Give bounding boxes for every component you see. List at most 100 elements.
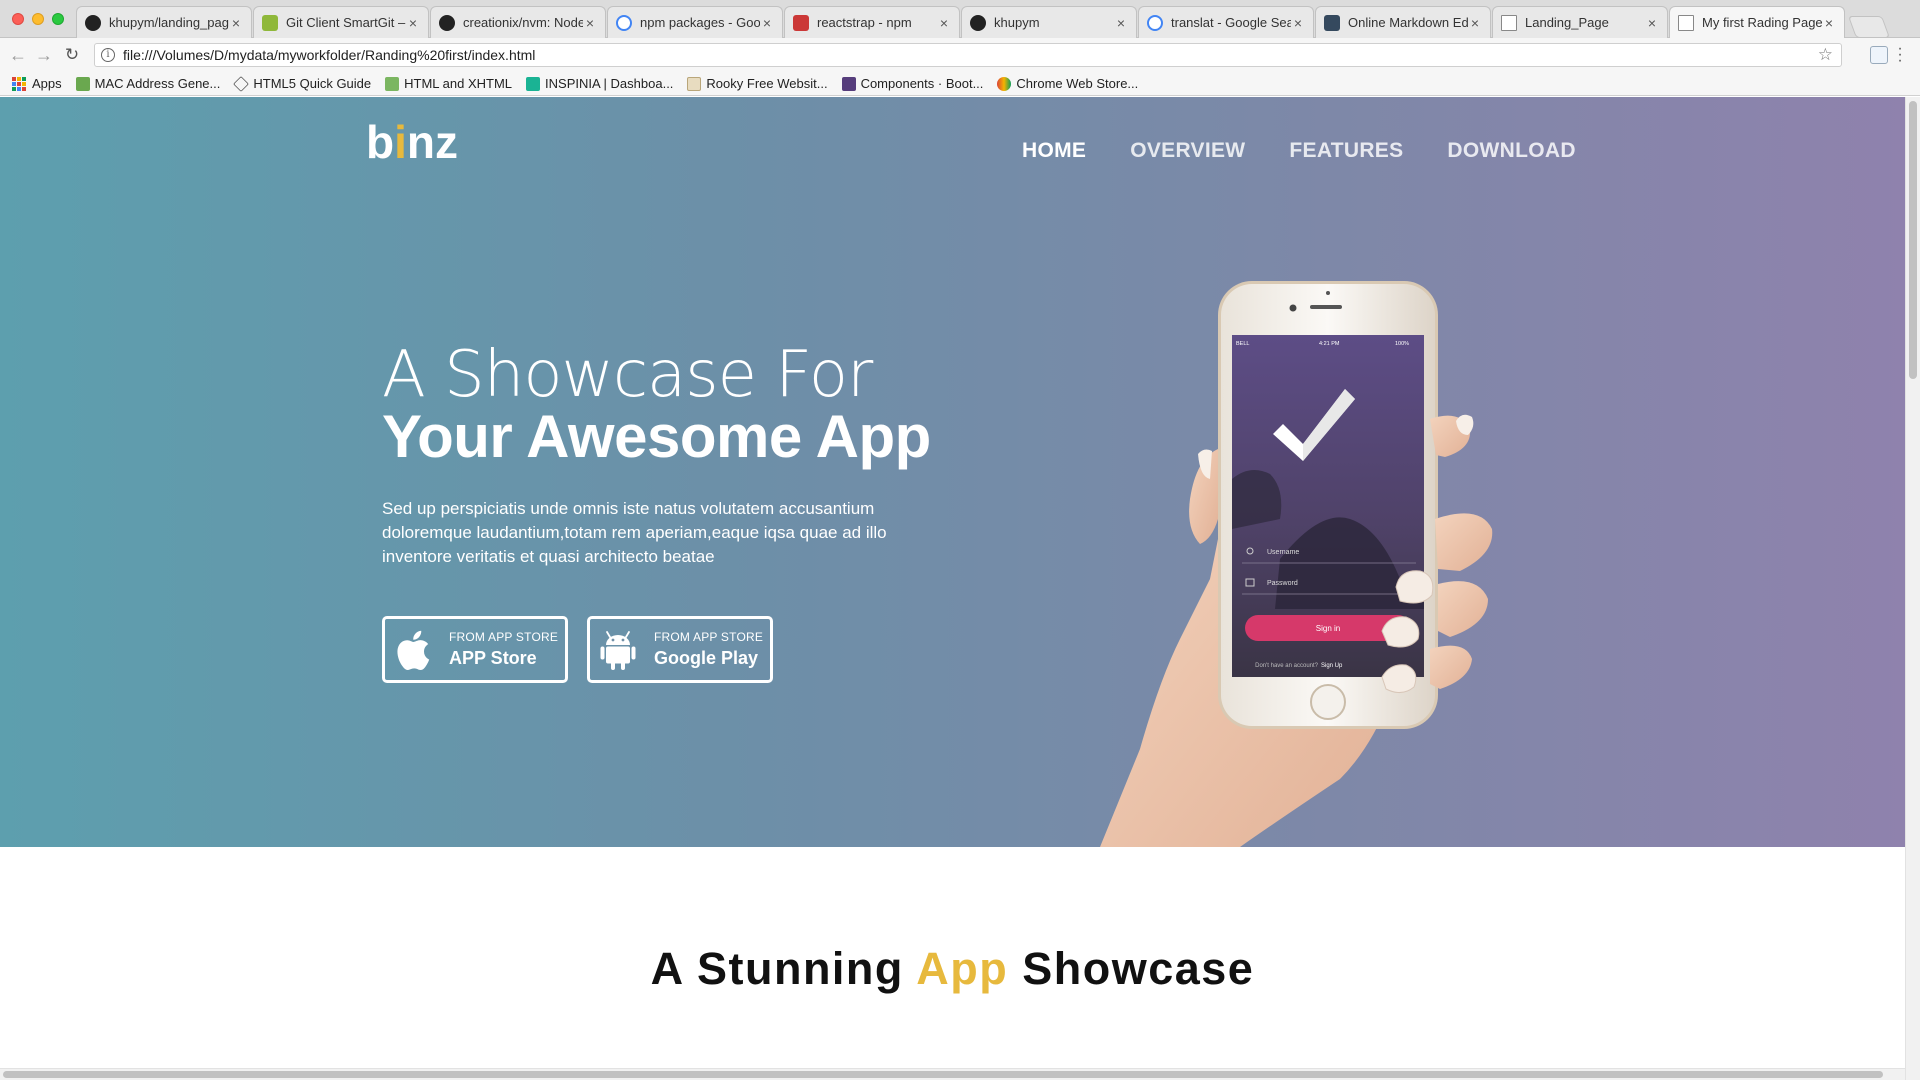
- store-button-text: FROM APP STORE APP Store: [449, 630, 558, 669]
- github-icon: [85, 14, 101, 31]
- bookmark-item[interactable]: Rooky Free Websit...: [687, 76, 828, 91]
- tab-close-icon[interactable]: ×: [1291, 15, 1305, 31]
- window-maximize-button[interactable]: [52, 13, 64, 25]
- tab-close-icon[interactable]: ×: [229, 15, 243, 31]
- store-button-title: Google Play: [654, 648, 759, 668]
- browser-tab[interactable]: reactstrap - npm ×: [784, 6, 960, 38]
- extension-icon[interactable]: [1870, 46, 1888, 64]
- tab-strip: khupym/landing_pag × Git Client SmartGit…: [0, 0, 1920, 38]
- browser-tab[interactable]: translat - Google Sea ×: [1138, 6, 1314, 38]
- bookmark-apps[interactable]: Apps: [12, 76, 62, 91]
- window-close-button[interactable]: [12, 13, 24, 25]
- bookmark-label: HTML5 Quick Guide: [253, 76, 372, 91]
- bookmark-item[interactable]: HTML5 Quick Guide: [233, 75, 372, 92]
- store-button-caption: FROM APP STORE: [654, 630, 764, 644]
- mac-address-icon: [75, 76, 90, 91]
- browser-tab[interactable]: creationix/nvm: Node ×: [430, 6, 606, 38]
- forward-arrow-icon[interactable]: →: [34, 45, 54, 65]
- store-button-text: FROM APP STORE Google Play: [654, 630, 763, 669]
- smartgit-icon: [262, 14, 278, 31]
- tab-title: translat - Google Sea: [1171, 15, 1291, 30]
- back-arrow-icon[interactable]: ←: [8, 45, 28, 65]
- horizontal-scrollbar-thumb[interactable]: [3, 1071, 1883, 1078]
- browser-toolbar: ← → ↻ i file:///Volumes/D/mydata/myworkf…: [0, 38, 1920, 72]
- tab-close-icon[interactable]: ×: [937, 15, 951, 31]
- vertical-scrollbar[interactable]: [1905, 97, 1920, 1080]
- status-carrier: BELL: [1236, 341, 1249, 347]
- tab-close-icon[interactable]: ×: [406, 15, 420, 31]
- browser-tab[interactable]: Online Markdown Edi ×: [1315, 6, 1491, 38]
- tab-title: Online Markdown Edi: [1348, 15, 1468, 30]
- section-title: A Stunning App Showcase: [0, 943, 1905, 995]
- browser-tab-active[interactable]: My first Rading Page ×: [1669, 6, 1845, 38]
- chrome-webstore-icon: [997, 76, 1012, 91]
- nav-overview[interactable]: OVERVIEW: [1130, 139, 1245, 163]
- bookmark-label: Chrome Web Store...: [1016, 76, 1139, 91]
- bookmark-item[interactable]: HTML and XHTML: [385, 76, 512, 91]
- site-info-icon[interactable]: i: [101, 48, 115, 62]
- hero-headline-light: A Showcase For: [382, 338, 873, 412]
- tab-title: npm packages - Goo: [640, 15, 760, 30]
- browser-tab[interactable]: Landing_Page ×: [1492, 6, 1668, 38]
- apps-grid-icon: [12, 76, 26, 91]
- hero-section: binz HOME OVERVIEW FEATURES DOWNLOAD A S…: [0, 97, 1905, 847]
- inspinia-icon: [526, 76, 541, 91]
- bookmark-label: INSPINIA | Dashboa...: [545, 76, 674, 91]
- phone-signup-link: Sign Up: [1321, 663, 1343, 669]
- tab-close-icon[interactable]: ×: [1645, 15, 1659, 31]
- main-nav: HOME OVERVIEW FEATURES DOWNLOAD: [1022, 139, 1620, 163]
- tab-close-icon[interactable]: ×: [583, 15, 597, 31]
- browser-tab[interactable]: khupym/landing_pag ×: [76, 6, 252, 38]
- logo-text: b: [366, 116, 395, 168]
- bookmark-star-icon[interactable]: ☆: [1818, 45, 1833, 65]
- nav-download[interactable]: DOWNLOAD: [1447, 139, 1575, 163]
- tab-close-icon[interactable]: ×: [760, 15, 774, 31]
- phone-signin-label: Sign in: [1316, 624, 1340, 633]
- google-icon: [1147, 14, 1163, 31]
- address-bar[interactable]: i file:///Volumes/D/mydata/myworkfolder/…: [94, 43, 1842, 67]
- tab-title: khupym/landing_pag: [109, 15, 229, 30]
- tab-close-icon[interactable]: ×: [1468, 15, 1482, 31]
- html5-guide-icon: [233, 75, 250, 92]
- browser-tab[interactable]: Git Client SmartGit – \ ×: [253, 6, 429, 38]
- new-tab-button[interactable]: [1847, 16, 1891, 38]
- bookmark-label: MAC Address Gene...: [94, 76, 221, 91]
- site-logo[interactable]: binz: [366, 115, 458, 169]
- google-play-button[interactable]: FROM APP STORE Google Play: [587, 616, 773, 683]
- vertical-scrollbar-thumb[interactable]: [1909, 101, 1917, 379]
- apple-icon: [397, 630, 430, 670]
- bookmark-item[interactable]: INSPINIA | Dashboa...: [526, 76, 673, 91]
- bookmark-item[interactable]: Chrome Web Store...: [997, 76, 1138, 91]
- window-minimize-button[interactable]: [32, 13, 44, 25]
- bookmark-item[interactable]: Components · Boot...: [841, 76, 984, 91]
- horizontal-scrollbar[interactable]: [0, 1068, 1905, 1080]
- store-button-title: APP Store: [449, 648, 537, 668]
- browser-menu-icon[interactable]: · · ·: [1896, 41, 1904, 69]
- phone-signup-prompt: Don't have an account?: [1255, 663, 1319, 669]
- document-icon: [1501, 14, 1517, 31]
- nav-features[interactable]: FEATURES: [1289, 139, 1403, 163]
- tab-list: khupym/landing_pag × Git Client SmartGit…: [76, 6, 1891, 38]
- npm-icon: [793, 14, 809, 31]
- logo-accent: i: [394, 116, 407, 168]
- phone-username-placeholder: Username: [1267, 549, 1299, 556]
- reload-icon[interactable]: ↻: [62, 45, 82, 65]
- hero-description: Sed up perspiciatis unde omnis iste natu…: [382, 499, 887, 566]
- bookmark-label: Rooky Free Websit...: [706, 76, 828, 91]
- app-store-button[interactable]: FROM APP STORE APP Store: [382, 616, 568, 683]
- bookmarks-bar: Apps MAC Address Gene... HTML5 Quick Gui…: [0, 72, 1920, 96]
- browser-tab[interactable]: npm packages - Goo ×: [607, 6, 783, 38]
- rooky-icon: [687, 76, 702, 91]
- nav-home[interactable]: HOME: [1022, 139, 1086, 163]
- url-text[interactable]: file:///Volumes/D/mydata/myworkfolder/Ra…: [123, 47, 535, 63]
- tab-close-icon[interactable]: ×: [1822, 15, 1836, 31]
- google-icon: [616, 14, 632, 31]
- bookmark-label: Components · Boot...: [860, 76, 984, 91]
- logo-text: nz: [406, 116, 458, 168]
- tab-title: Landing_Page: [1525, 15, 1609, 30]
- phone-password-placeholder: Password: [1267, 580, 1298, 587]
- browser-tab[interactable]: khupym ×: [961, 6, 1137, 38]
- bookmark-item[interactable]: MAC Address Gene...: [75, 76, 221, 91]
- store-button-caption: FROM APP STORE: [449, 630, 559, 644]
- tab-close-icon[interactable]: ×: [1114, 15, 1128, 31]
